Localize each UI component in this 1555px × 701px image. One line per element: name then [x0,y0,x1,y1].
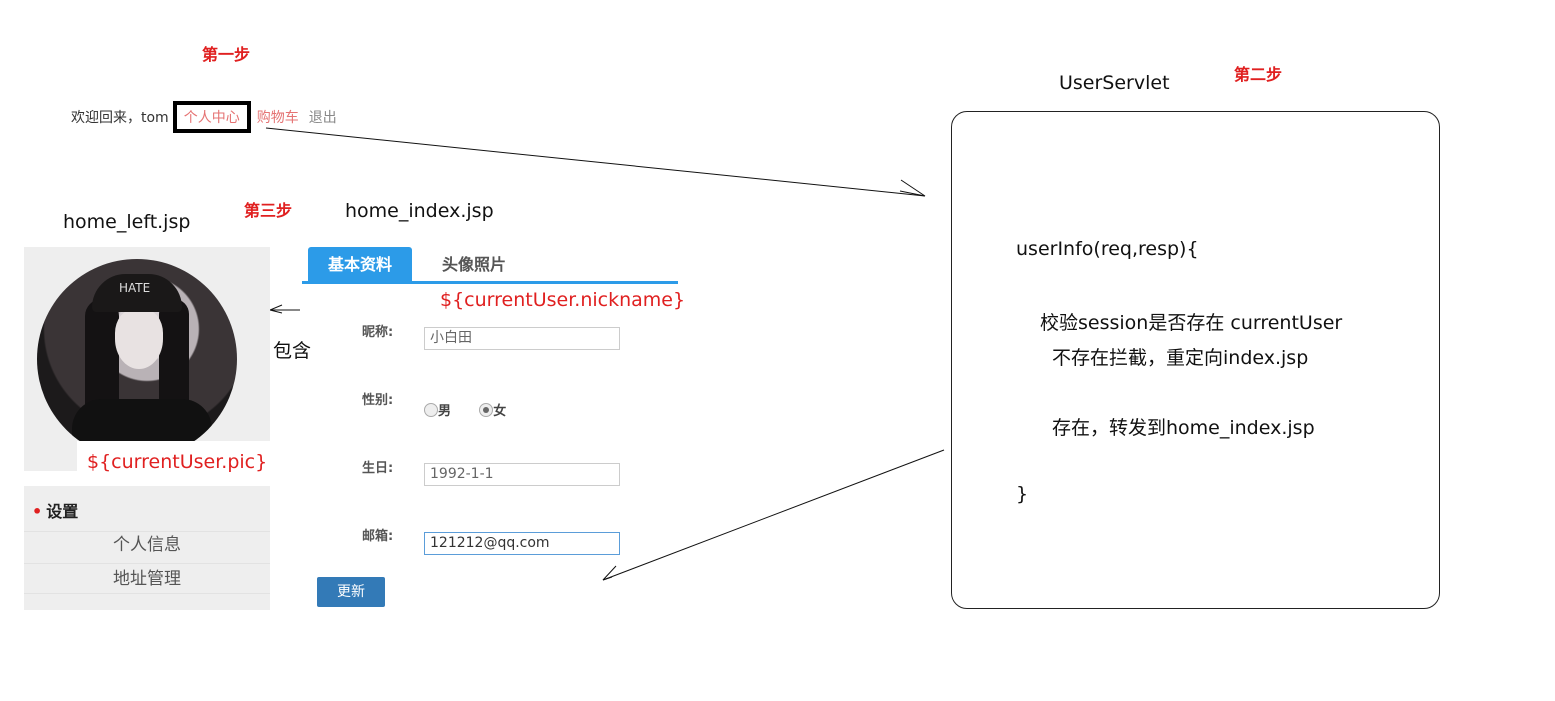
gender-label: 性别: [362,393,394,408]
gender-female-label: 女 [493,404,507,419]
logout-link[interactable]: 退出 [309,107,337,127]
email-label: 邮箱: [362,529,394,544]
menu-item-address[interactable]: 地址管理 [24,563,270,594]
gender-female-radio[interactable] [479,402,494,417]
pic-expression: ${currentUser.pic} [87,451,268,473]
arrow-head-form [602,565,617,581]
birthday-input[interactable]: 1992-1-1 [424,463,620,486]
top-bar: 欢迎回来，tom 个人中心 购物车 退出 [71,101,337,133]
welcome-text: 欢迎回来，tom [71,110,169,126]
gender-male-label: 男 [438,404,452,419]
menu-title: • 设置 [32,502,79,521]
home-left-filename: home_left.jsp [63,211,191,233]
arrow-to-form [602,449,945,581]
tab-basic-info[interactable]: 基本资料 [308,247,412,281]
gender-radio-group: 男 女 [424,399,506,419]
home-index-filename: home_index.jsp [345,200,494,222]
arrow-head-include [268,304,283,314]
step2-label: 第二步 [1234,65,1283,84]
tab-avatar-photo[interactable]: 头像照片 [442,247,506,281]
update-button[interactable]: 更新 [317,577,385,607]
menu-item-personal-info[interactable]: 个人信息 [24,531,270,562]
gender-male-radio[interactable] [424,402,438,417]
step1-label: 第一步 [202,45,251,64]
arrow-to-servlet [265,127,926,197]
left-menu: • 设置 个人信息 地址管理 [24,486,270,610]
birthday-label: 生日: [362,461,394,476]
left-photo-panel: HATE [24,247,270,471]
avatar: HATE [37,259,237,459]
form-tabs: 基本资料 头像照片 [302,247,678,284]
bullet-icon: • [32,502,43,521]
servlet-filename: UserServlet [1059,72,1170,94]
code-line-5: } [1016,483,1029,505]
menu-divider [24,593,270,595]
personal-center-link[interactable]: 个人中心 [172,101,251,133]
avatar-cap-text: HATE [119,281,151,295]
nickname-label: 昵称: [362,325,394,340]
code-line-3: 不存在拦截，重定向index.jsp [1052,347,1309,369]
step3-label: 第三步 [244,201,293,220]
nickname-expression: ${currentUser.nickname} [440,289,686,311]
include-label: 包含 [273,340,312,362]
nickname-input[interactable]: 小白田 [424,327,620,350]
cart-link[interactable]: 购物车 [257,107,299,127]
code-line-2: 校验session是否存在 currentUser [1040,312,1343,334]
email-input[interactable]: 121212@qq.com [424,532,620,555]
code-line-4: 存在，转发到home_index.jsp [1052,417,1315,439]
code-line-1: userInfo(req,resp){ [1016,238,1199,260]
